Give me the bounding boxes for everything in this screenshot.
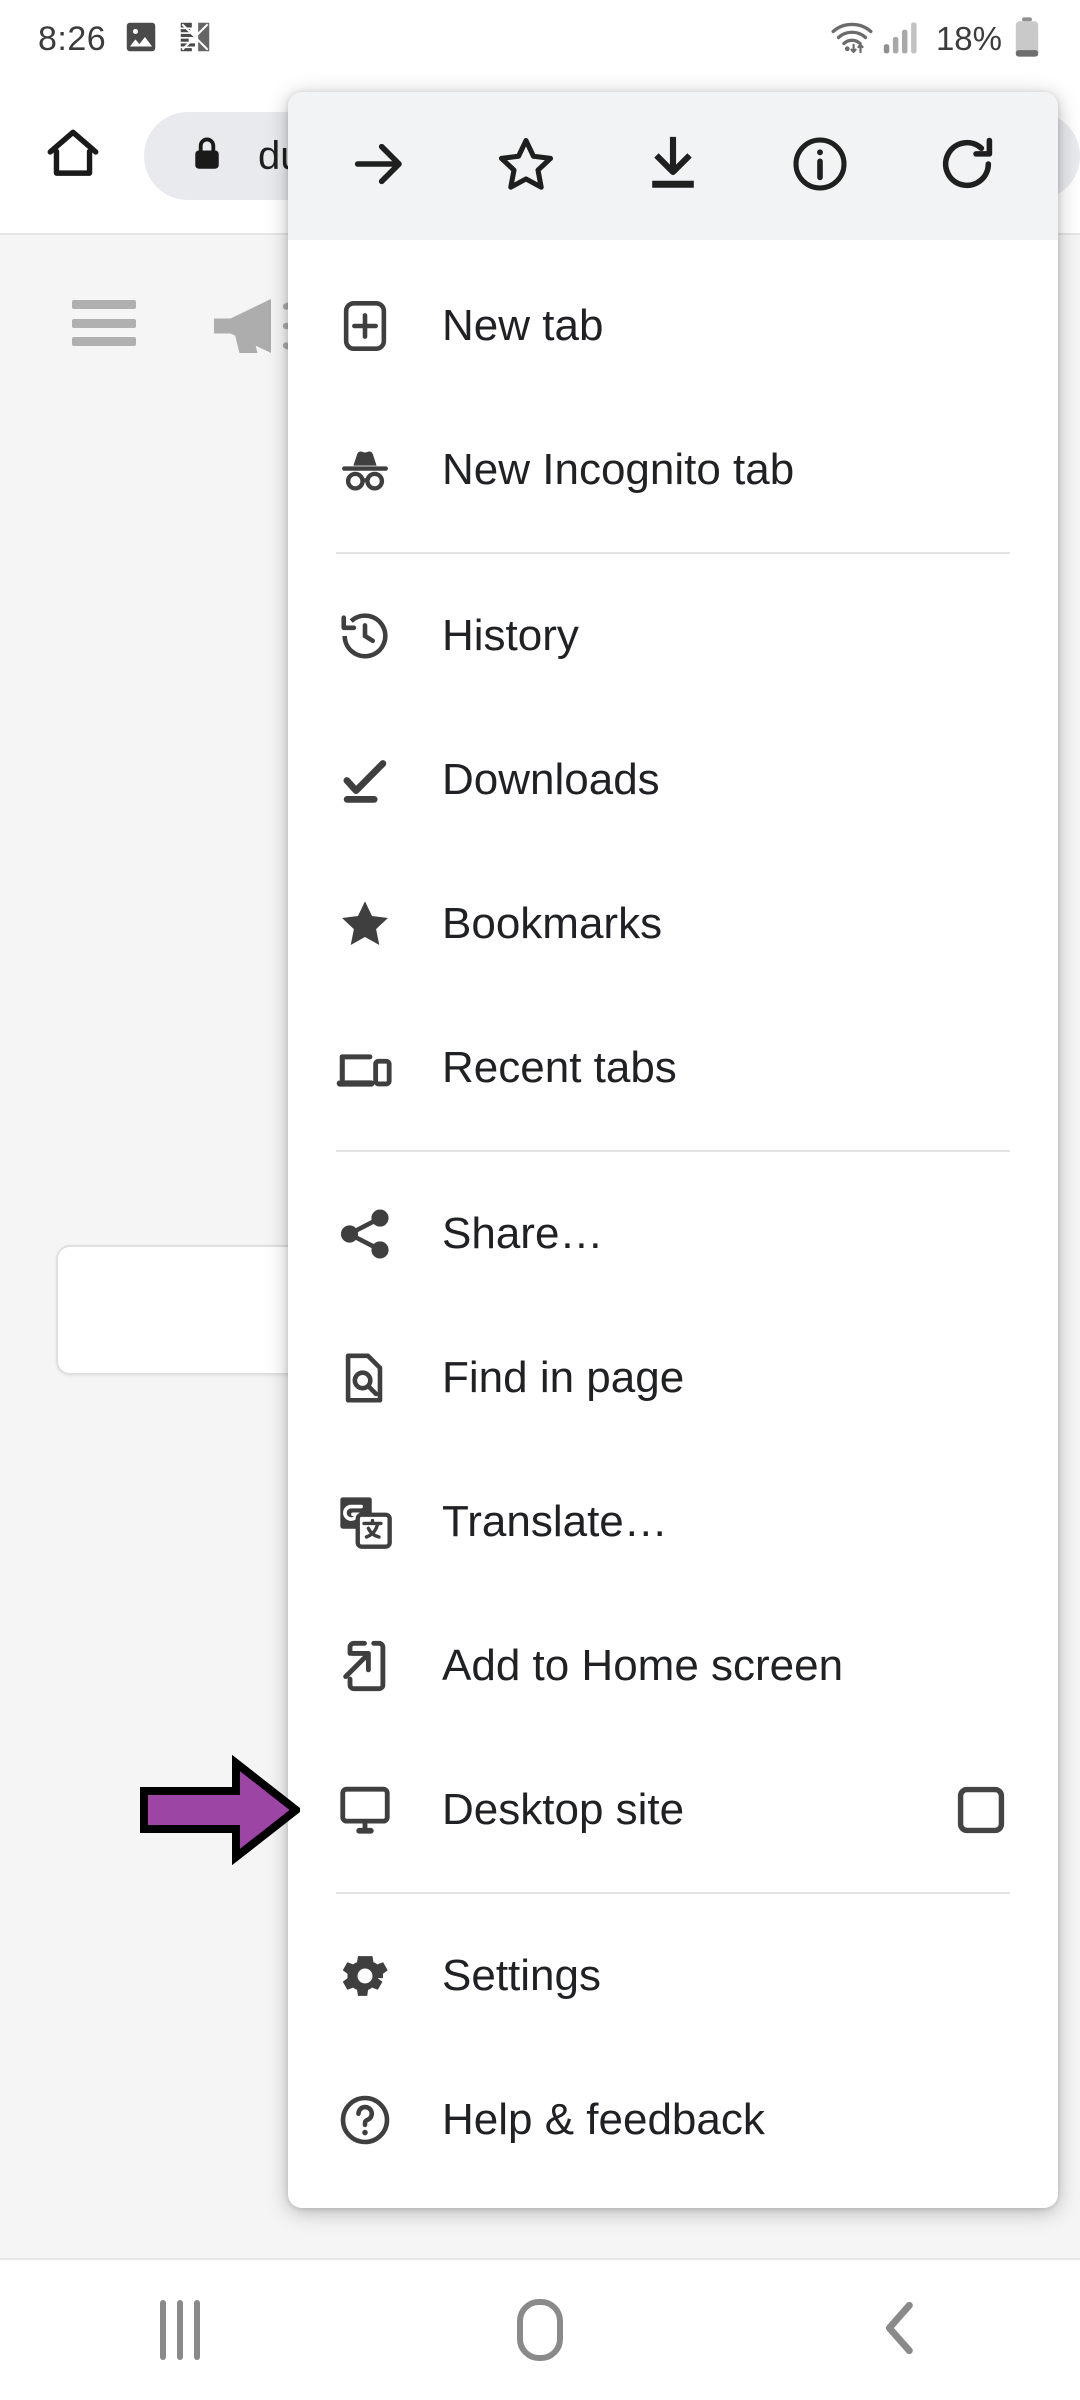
status-bar: 8:26 18% (0, 0, 1080, 78)
gallery-icon (122, 18, 160, 61)
menu-item-label: History (442, 611, 579, 660)
menu-item-new-tab[interactable]: New tab (288, 254, 1058, 398)
menu-divider (336, 1892, 1010, 1894)
system-nav-bar (0, 2260, 1080, 2400)
download-icon (641, 132, 705, 201)
menu-item-help-feedback[interactable]: Help & feedback (288, 2048, 1058, 2192)
annotation-arrow (140, 1754, 303, 1866)
wifi-icon (830, 17, 874, 62)
browser-app-menu: New tab New Incognito tab History Downlo… (288, 92, 1058, 2208)
menu-item-new-incognito-tab[interactable]: New Incognito tab (288, 398, 1058, 542)
menu-item-label: Translate… (442, 1497, 668, 1546)
menu-item-label: Recent tabs (442, 1043, 677, 1092)
recents-icon (160, 2300, 200, 2360)
arrow-right-icon (347, 132, 411, 201)
menu-item-label: Help & feedback (442, 2095, 765, 2144)
menu-item-recent-tabs[interactable]: Recent tabs (288, 996, 1058, 1140)
menu-item-bookmarks[interactable]: Bookmarks (288, 852, 1058, 996)
page-info-button[interactable] (768, 114, 872, 218)
menu-item-label: Downloads (442, 755, 660, 804)
nav-home-button[interactable] (450, 2260, 630, 2400)
desktop-site-checkbox[interactable] (956, 1785, 1006, 1835)
incognito-icon (334, 439, 396, 501)
add-to-home-screen-icon (334, 1635, 396, 1697)
forward-button[interactable] (327, 114, 431, 218)
menu-item-history[interactable]: History (288, 564, 1058, 708)
recent-tabs-icon (334, 1037, 396, 1099)
menu-item-add-to-home-screen[interactable]: Add to Home screen (288, 1594, 1058, 1738)
menu-item-label: Desktop site (442, 1785, 685, 1834)
menu-item-list: New tab New Incognito tab History Downlo… (288, 240, 1058, 2208)
menu-item-translate[interactable]: Translate… (288, 1450, 1058, 1594)
menu-toolbar (288, 92, 1058, 240)
lock-icon (186, 133, 228, 180)
info-circle-icon (788, 132, 852, 201)
cellular-signal-icon (882, 18, 922, 61)
hamburger-menu-icon[interactable] (72, 300, 136, 346)
menu-item-label: Add to Home screen (442, 1641, 844, 1690)
menu-item-settings[interactable]: Settings (288, 1904, 1058, 2048)
battery-icon (1012, 16, 1042, 63)
menu-item-label: Share… (442, 1209, 604, 1258)
home-icon (517, 2299, 563, 2361)
back-icon (873, 2296, 927, 2365)
translate-icon (334, 1491, 396, 1553)
menu-item-label: Bookmarks (442, 899, 663, 948)
reload-button[interactable] (915, 114, 1019, 218)
app-icon (176, 18, 214, 61)
gear-icon (334, 1945, 396, 2007)
menu-item-label: Find in page (442, 1353, 685, 1402)
status-bar-right: 18% (830, 16, 1042, 63)
menu-item-label: New tab (442, 301, 604, 350)
status-clock: 8:26 (38, 19, 107, 58)
nav-back-button[interactable] (810, 2260, 990, 2400)
new-tab-icon (334, 295, 396, 357)
menu-divider (336, 552, 1010, 554)
menu-item-desktop-site[interactable]: Desktop site (288, 1738, 1058, 1882)
bookmark-button[interactable] (474, 114, 578, 218)
star-outline-icon (494, 132, 558, 201)
help-circle-icon (334, 2089, 396, 2151)
battery-percent: 18% (935, 20, 1002, 57)
downloads-icon (334, 749, 396, 811)
reload-icon (935, 132, 999, 201)
menu-item-share[interactable]: Share… (288, 1162, 1058, 1306)
home-icon (42, 123, 104, 190)
menu-item-find-in-page[interactable]: Find in page (288, 1306, 1058, 1450)
history-icon (334, 605, 396, 667)
nav-recents-button[interactable] (90, 2260, 270, 2400)
share-icon (334, 1203, 396, 1265)
menu-divider (336, 1150, 1010, 1152)
find-in-page-icon (334, 1347, 396, 1409)
menu-item-downloads[interactable]: Downloads (288, 708, 1058, 852)
download-button[interactable] (621, 114, 725, 218)
menu-item-label: Settings (442, 1951, 601, 2000)
status-bar-left: 8:26 (38, 18, 214, 61)
home-button[interactable] (36, 119, 110, 193)
menu-item-label: New Incognito tab (442, 445, 795, 494)
star-filled-icon (334, 893, 396, 955)
desktop-site-icon (334, 1779, 396, 1841)
